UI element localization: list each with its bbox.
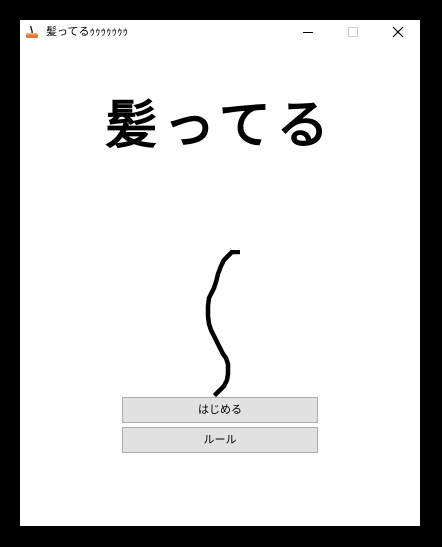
start-button[interactable]: はじめる xyxy=(122,397,318,423)
window-title: 髪ってるｩｩｩｩｩｩｩ xyxy=(46,25,128,38)
hair-strand-image xyxy=(205,250,240,398)
maximize-button[interactable] xyxy=(330,20,375,44)
app-window: 髪ってるｩｩｩｩｩｩｩ 髪ってる はじめる ルール xyxy=(20,20,420,526)
rules-button[interactable]: ルール xyxy=(122,427,318,453)
minimize-button[interactable] xyxy=(285,20,330,44)
close-button[interactable] xyxy=(375,20,420,44)
minimize-icon xyxy=(303,32,313,33)
app-title: 髪ってる xyxy=(105,95,335,156)
maximize-icon xyxy=(348,27,358,37)
close-icon xyxy=(392,26,404,38)
app-icon xyxy=(24,24,40,40)
title-bar[interactable]: 髪ってるｩｩｩｩｩｩｩ xyxy=(20,20,420,44)
